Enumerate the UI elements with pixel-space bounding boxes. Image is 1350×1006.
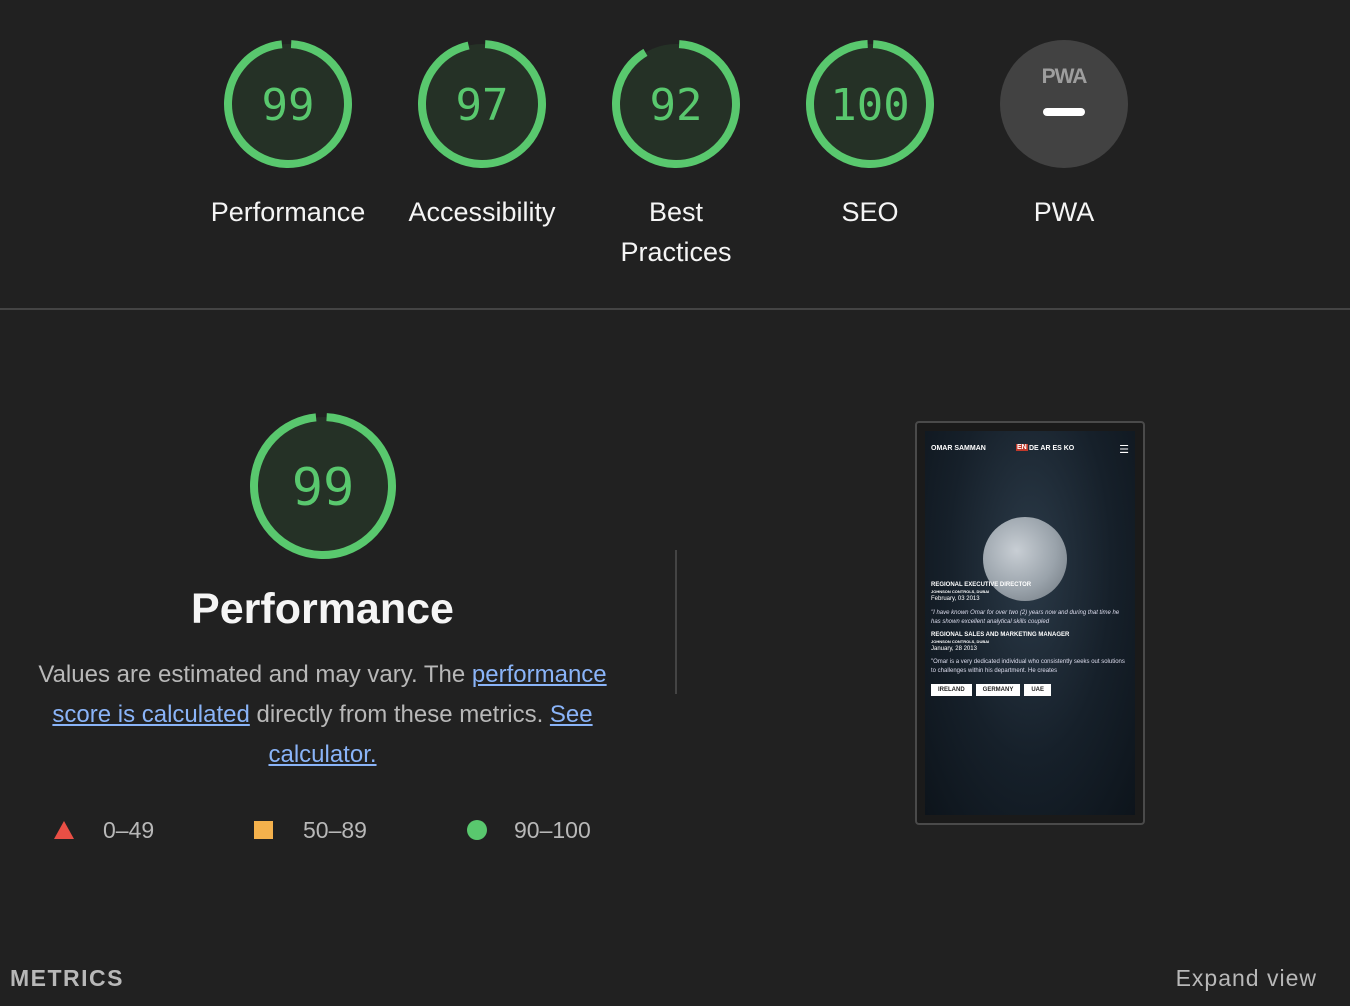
performance-title: Performance xyxy=(191,585,454,633)
testimonial-company: JOHNSON CONTROLS, DUBAI xyxy=(931,589,990,594)
legend-range: 50–89 xyxy=(303,816,367,843)
gauge-seo[interactable]: 100 SEO xyxy=(780,38,960,232)
country-buttons: IRELAND GERMANY UAE xyxy=(931,684,1052,696)
country-button: GERMANY xyxy=(975,684,1021,696)
gauge-ring: 99 xyxy=(250,413,396,559)
legend-item-average: 50–89 xyxy=(253,810,367,850)
gauge-accessibility[interactable]: 97 Accessibility xyxy=(392,38,572,232)
lang-active: EN xyxy=(1016,444,1028,451)
lang-list: DE AR ES KO xyxy=(1029,445,1075,452)
testimonial-title: REGIONAL EXECUTIVE DIRECTOR xyxy=(931,582,1032,588)
testimonial-date: January, 28 2013 xyxy=(931,646,977,652)
expand-view-button[interactable]: Expand view xyxy=(1176,965,1317,992)
gauge-label: Performance xyxy=(210,197,366,227)
final-screenshot[interactable]: OMAR SAMMAN EN DE AR ES KO ☰ REGIONAL EX… xyxy=(915,421,1145,825)
gauge-score: 97 xyxy=(456,80,509,131)
gauge-ring: 99 xyxy=(224,39,352,168)
testimonial-date: February, 03 2013 xyxy=(931,596,980,602)
testimonial-title: REGIONAL SALES AND MARKETING MANAGER xyxy=(931,632,1070,638)
legend-item-fail: 0–49 xyxy=(53,810,154,850)
gauge-ring: 97 xyxy=(418,39,546,168)
testimonial-company: JOHNSON CONTROLS, DUBAI xyxy=(931,639,990,644)
desc-text: directly from these metrics. xyxy=(249,701,550,728)
screenshot-image: OMAR SAMMAN EN DE AR ES KO ☰ REGIONAL EX… xyxy=(925,431,1135,815)
moon-image xyxy=(983,517,1067,601)
pwa-dash-icon xyxy=(1043,108,1085,116)
gauge-score: 99 xyxy=(262,80,315,131)
performance-description: Values are estimated and may vary. The p… xyxy=(30,655,615,775)
gauge-label-line1: Best xyxy=(648,197,704,227)
testimonial-quote: "I have known Omar for over two (2) year… xyxy=(931,610,1120,625)
pass-circle-icon xyxy=(467,820,487,840)
gauge-ring: 100 xyxy=(806,39,934,168)
gauge-label: Accessibility xyxy=(408,197,556,227)
gauge-label: SEO xyxy=(841,197,899,227)
gauge-label: Best Practices xyxy=(586,192,766,272)
desc-text: Values are estimated and may vary. The xyxy=(38,661,472,688)
gauge-label: PWA xyxy=(1033,197,1095,227)
vertical-divider xyxy=(675,550,677,694)
gauge-pwa[interactable]: PWA PWA xyxy=(974,38,1154,232)
performance-section: 99 Performance Values are estimated and … xyxy=(0,310,1350,950)
gauge-score: 92 xyxy=(650,80,703,131)
country-button: UAE xyxy=(1024,684,1052,696)
fail-triangle-icon xyxy=(54,821,74,839)
country-button: IRELAND xyxy=(931,684,972,696)
metrics-header: METRICS Expand view xyxy=(0,955,1350,1006)
score-legend: 0–49 50–89 90–100 xyxy=(0,810,700,850)
gauge-ring: 92 xyxy=(612,39,740,168)
gauge-score: 100 xyxy=(830,80,909,131)
gauge-performance[interactable]: 99 Performance xyxy=(198,38,378,232)
performance-score: 99 xyxy=(292,458,355,518)
site-name: OMAR SAMMAN xyxy=(931,445,986,452)
legend-range: 90–100 xyxy=(514,816,591,843)
category-summary: 99 Performance 97 Accessibility 92 Best P… xyxy=(0,0,1350,309)
gauge-best-practices[interactable]: 92 Best Practices xyxy=(586,38,766,272)
pwa-badge-icon: PWA xyxy=(1000,40,1128,168)
performance-big-gauge: 99 xyxy=(248,411,398,566)
metrics-title: METRICS xyxy=(10,965,124,991)
pwa-badge-text: PWA xyxy=(1042,65,1088,88)
gauge-label-line2: Practices xyxy=(620,237,732,267)
hamburger-menu-icon: ☰ xyxy=(1119,444,1129,456)
legend-range: 0–49 xyxy=(103,816,155,843)
testimonial-quote: "Omar is a very dedicated individual who… xyxy=(931,659,1125,674)
legend-item-pass: 90–100 xyxy=(466,810,591,850)
site-header: OMAR SAMMAN EN DE AR ES KO ☰ xyxy=(931,444,1129,457)
average-square-icon xyxy=(254,821,273,839)
